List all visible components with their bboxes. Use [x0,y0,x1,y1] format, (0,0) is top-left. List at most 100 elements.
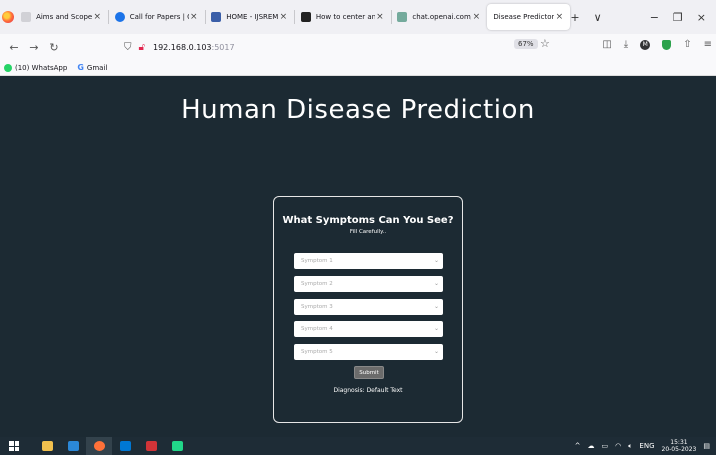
list-all-tabs-button[interactable]: ∨ [594,11,602,24]
tab-title: HOME - IJSREM [226,13,279,21]
taskbar-app[interactable] [164,437,190,455]
diagnosis-result: Diagnosis: Default Text [333,387,403,394]
clock-time: 15:31 [670,439,688,446]
notifications-icon[interactable]: ▤ [703,442,710,450]
symptom-5-select[interactable]: Symptom 5 ⌄ [294,344,443,360]
tab-close-icon[interactable]: × [471,12,481,22]
downloads-icon[interactable]: ⤓ [624,39,628,50]
shield-extension-icon[interactable] [662,39,672,50]
wifi-icon[interactable]: ◠ [615,442,621,450]
chevron-down-icon: ⌄ [433,303,439,310]
tab-aims-and-scope[interactable]: Aims and Scope × [15,4,108,30]
tab-disease-predictor[interactable]: Disease Predictor × [487,4,571,30]
select-placeholder: Symptom 1 [301,258,333,264]
tab-favicon-icon [114,12,125,22]
tab-title: How to center an item [315,13,375,21]
taskbar-app[interactable] [60,437,86,455]
new-tab-button[interactable]: + [570,11,579,24]
firefox-icon[interactable] [0,0,15,34]
tab-favicon-icon [21,12,32,22]
store-icon [67,441,79,451]
tab-title: Disease Predictor [493,13,555,21]
taskbar: ^ ☁ ▭ ◠ 🔈︎ ENG 15:31 20-05-2023 ▤ [0,437,716,455]
chevron-down-icon: ⌄ [433,257,439,264]
zoom-level-badge[interactable]: 67% [514,39,538,49]
taskbar-app[interactable] [34,437,60,455]
symptom-1-select[interactable]: Symptom 1 ⌄ [294,253,443,269]
select-placeholder: Symptom 2 [301,281,333,287]
reload-icon[interactable]: ↻ [44,41,64,54]
start-button[interactable] [0,437,28,455]
tab-ijsrem[interactable]: HOME - IJSREM × [205,4,294,30]
pycharm-icon [171,441,183,451]
mail-icon [119,441,131,451]
clock-date: 20-05-2023 [661,446,697,453]
page-viewport: Human Disease Prediction What Symptoms C… [0,77,716,437]
pocket-icon[interactable]: ◫ [602,39,611,50]
onedrive-icon[interactable]: ☁ [587,442,594,450]
system-tray: ^ ☁ ▭ ◠ 🔈︎ ENG 15:31 20-05-2023 ▤ [575,439,716,453]
tab-center-item[interactable]: How to center an item × [295,4,391,30]
chevron-down-icon: ⌄ [433,280,439,287]
bookmark-label: Gmail [86,63,108,72]
taskbar-app[interactable] [138,437,164,455]
chevron-down-icon: ⌄ [433,325,439,332]
bookmark-whatsapp[interactable]: (10) WhatsApp [4,63,68,72]
bookmark-label: (10) WhatsApp [15,63,68,72]
taskbar-app[interactable] [86,437,112,455]
battery-icon[interactable]: ▭ [601,442,608,450]
bookmark-star-icon[interactable]: ☆ [540,37,550,50]
navigation-toolbar: ← → ↻ ⛉ 🔓︎ 192.168.0.103:5017 67% ☆ ◫ ⤓ … [0,34,716,60]
restore-button[interactable]: ❐ [673,11,683,24]
submit-button[interactable]: Submit [354,366,384,379]
firefox-icon [93,441,105,451]
tracking-protection-shield-icon[interactable]: ⛉ [124,42,132,53]
tab-strip: Aims and Scope × Call for Papers | Onlin… [0,0,716,34]
tab-close-icon[interactable]: × [375,12,385,22]
tab-close-icon[interactable]: × [554,12,564,22]
address-bar[interactable]: ⛉ 🔓︎ 192.168.0.103:5017 [124,37,564,57]
taskbar-app[interactable] [112,437,138,455]
insecure-lock-icon[interactable]: 🔓︎ [139,42,145,53]
symptom-form: What Symptoms Can You See? Fill Carefull… [273,196,463,423]
chevron-up-icon[interactable]: ^ [575,442,581,450]
bookmarks-toolbar: (10) WhatsApp G Gmail [0,60,716,76]
extension-icon[interactable]: M [640,39,651,50]
tab-title: chat.openai.com/ [412,13,472,21]
tab-title: Call for Papers | Online [129,13,189,21]
tab-title: Aims and Scope [36,13,93,21]
tab-close-icon[interactable]: × [92,12,102,22]
tab-close-icon[interactable]: × [189,12,199,22]
minimize-button[interactable]: − [650,11,659,24]
speaker-icon[interactable]: 🔈︎ [628,442,632,451]
file-explorer-icon [41,441,53,451]
form-heading: What Symptoms Can You See? [282,215,454,226]
clock[interactable]: 15:31 20-05-2023 [662,439,697,453]
url-host: 192.168.0.103 [152,42,212,52]
back-arrow-icon[interactable]: ← [4,41,24,54]
tab-favicon-icon [397,12,408,22]
google-icon: G [77,63,84,72]
whatsapp-icon [4,63,12,72]
window-close-button[interactable]: × [697,11,706,24]
forward-arrow-icon[interactable]: → [24,41,44,54]
chevron-down-icon: ⌄ [433,348,439,355]
app-icon [145,441,157,451]
tab-favicon-icon [300,12,311,22]
select-placeholder: Symptom 4 [301,326,333,332]
symptom-3-select[interactable]: Symptom 3 ⌄ [294,299,443,315]
url-port: :5017 [211,42,235,52]
tab-close-icon[interactable]: × [278,12,288,22]
share-icon[interactable]: ⇧ [683,39,691,50]
select-placeholder: Symptom 5 [301,349,333,355]
form-subheading: Fill Carefully.. [349,229,387,235]
page-title: Human Disease Prediction [181,95,535,125]
symptom-2-select[interactable]: Symptom 2 ⌄ [294,276,443,292]
select-placeholder: Symptom 3 [301,304,333,310]
bookmark-gmail[interactable]: G Gmail [77,63,107,72]
input-language[interactable]: ENG [639,442,654,450]
symptom-4-select[interactable]: Symptom 4 ⌄ [294,321,443,337]
tab-chat-openai[interactable]: chat.openai.com/ × [391,4,487,30]
menu-icon[interactable]: ≡ [704,39,712,50]
tab-call-for-papers[interactable]: Call for Papers | Online × [109,4,205,30]
